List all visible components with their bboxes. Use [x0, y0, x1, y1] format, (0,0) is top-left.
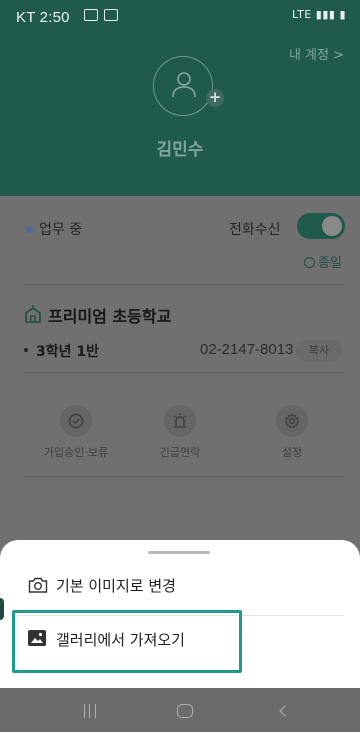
- screen: KT 2:50 LTE ▮▮▮ ▮ 내 계정 > + 김민수 업무 중 전화수신…: [0, 0, 360, 732]
- divider: [24, 284, 344, 285]
- school-phone: 02-2147-8013: [200, 341, 294, 358]
- highlight-box: [12, 610, 242, 673]
- back-icon: [279, 704, 291, 717]
- battery-icon: ▮: [339, 8, 346, 21]
- divider: [24, 372, 344, 373]
- settings-menu-label[interactable]: 설정: [247, 444, 337, 460]
- sheet-handle[interactable]: [148, 551, 210, 554]
- signal-icon: ▮▮▮: [315, 8, 336, 21]
- camera-icon: [28, 577, 48, 593]
- settings-menu-button[interactable]: [276, 405, 308, 437]
- work-status: 업무 중: [39, 222, 83, 238]
- status-bar: KT 2:50 LTE ▮▮▮ ▮: [0, 0, 360, 34]
- home-button[interactable]: [155, 688, 215, 732]
- recent-apps-icon: [84, 703, 96, 718]
- alert-siren-icon: [173, 413, 187, 428]
- recent-apps-button[interactable]: [60, 688, 120, 732]
- profile-header: KT 2:50 LTE ▮▮▮ ▮ 내 계정 > + 김민수: [0, 0, 360, 196]
- add-photo-icon[interactable]: +: [206, 89, 224, 107]
- default-image-option[interactable]: 기본 이미지로 변경: [16, 566, 346, 606]
- toggle-knob: [322, 216, 342, 236]
- school-icon: [25, 305, 41, 323]
- approval-menu-button[interactable]: [60, 405, 92, 437]
- system-nav-bar: [0, 688, 360, 732]
- emergency-menu-label[interactable]: 긴급연락: [135, 444, 225, 460]
- gallery-notification-icon: [84, 9, 98, 21]
- check-circle-icon: [68, 413, 84, 429]
- clock-icon: [304, 257, 316, 268]
- edge-marker: [0, 598, 4, 620]
- call-receive-toggle[interactable]: [297, 213, 345, 239]
- bullet-icon: [24, 348, 28, 352]
- back-button[interactable]: [255, 688, 315, 732]
- all-day-button[interactable]: 종일: [304, 252, 342, 271]
- approval-menu-label[interactable]: 가입승인·보류: [31, 444, 121, 460]
- avatar[interactable]: [153, 56, 213, 116]
- screenshot-notification-icon: [104, 9, 118, 21]
- all-day-label: 종일: [318, 256, 342, 271]
- default-image-label: 기본 이미지로 변경: [56, 577, 176, 595]
- emergency-menu-button[interactable]: [164, 405, 196, 437]
- call-receive-label: 전화수신: [229, 222, 281, 238]
- lte-label: LTE: [291, 8, 312, 21]
- home-icon: [177, 703, 193, 718]
- my-account-link[interactable]: 내 계정 >: [289, 44, 344, 63]
- network-indicators: LTE ▮▮▮ ▮: [292, 8, 346, 21]
- user-name: 김민수: [156, 140, 204, 160]
- status-dot-icon: [26, 226, 33, 233]
- status-time: KT 2:50: [16, 9, 70, 26]
- school-name: 프리미엄 초등학교: [48, 307, 172, 326]
- class-name: 3학년 1반: [36, 344, 99, 360]
- person-icon: [172, 72, 196, 98]
- divider: [24, 476, 344, 477]
- gear-icon: [284, 413, 300, 429]
- copy-button[interactable]: 복사: [296, 340, 342, 362]
